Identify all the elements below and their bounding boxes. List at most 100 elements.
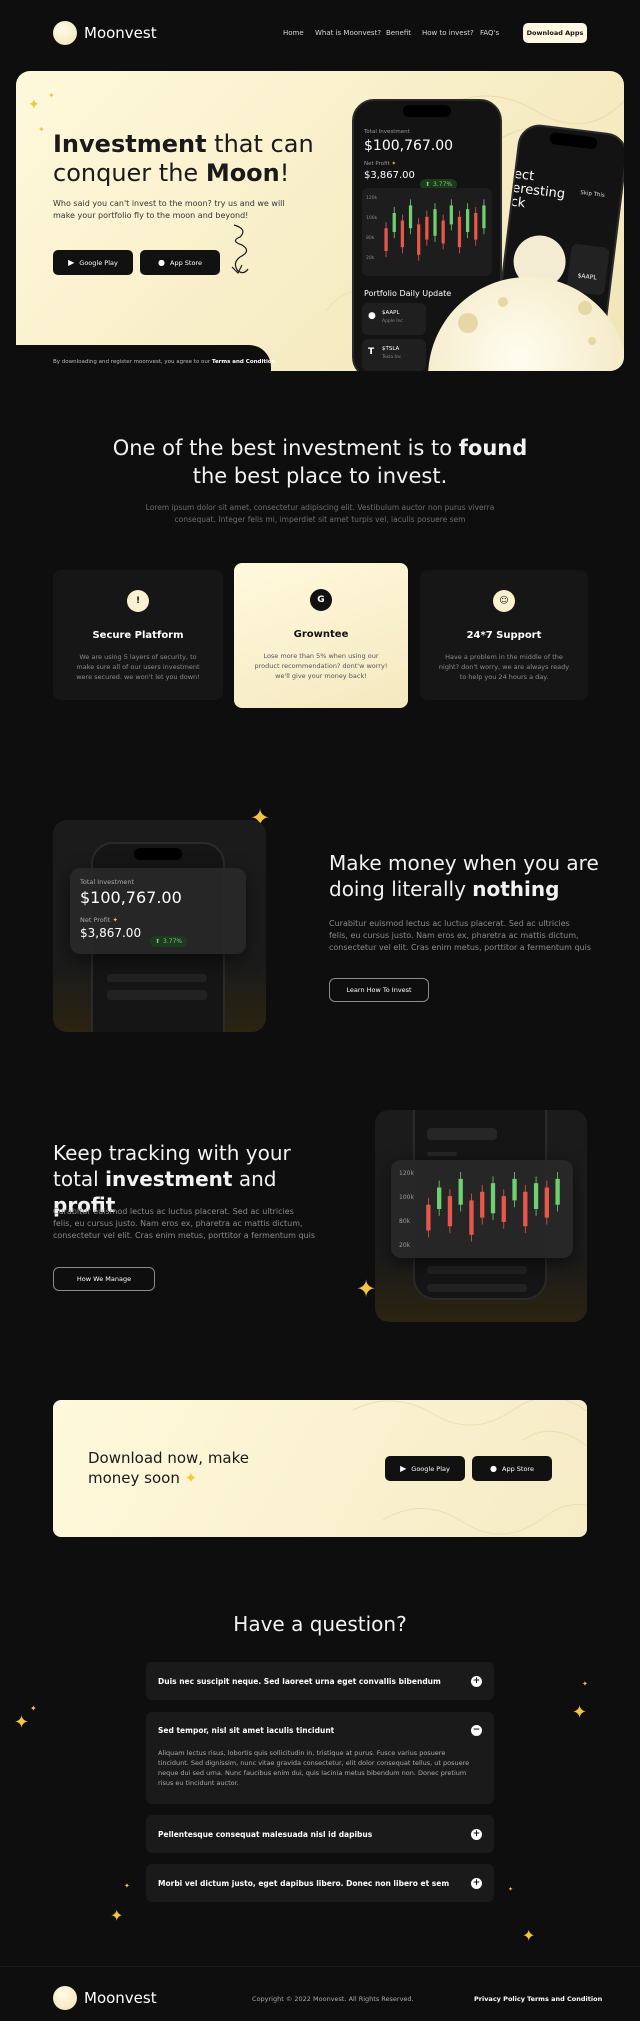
plus-icon[interactable]: + bbox=[471, 1676, 482, 1687]
feature-desc: Have a problem in the middle of the nigh… bbox=[438, 653, 570, 681]
tracking-candlestick-chart: 120k 100k 80k 20k bbox=[391, 1160, 573, 1258]
hero-banner: ✦ ✦ ✦ Investment that can conquer the Moo… bbox=[16, 71, 624, 371]
money-body: Curabitur euismod lectus ac luctus place… bbox=[329, 919, 591, 952]
net-profit-label: Net Profit ✦ bbox=[80, 916, 118, 924]
intro-body: Lorem ipsum dolor sit amet, consectetur … bbox=[145, 503, 495, 524]
terms-link[interactable]: Terms and Condition bbox=[212, 359, 276, 365]
hero-subtitle: Who said you can't invest to the moon? t… bbox=[53, 199, 285, 220]
app-store-button[interactable]: ● App Store bbox=[140, 250, 220, 275]
sparkle-icon: ✦ bbox=[508, 1886, 514, 1893]
plus-icon[interactable]: + bbox=[471, 1829, 482, 1840]
skip-this-link[interactable]: Skip This bbox=[580, 190, 605, 199]
support-icon: ☺ bbox=[493, 590, 515, 612]
play-icon: ▶ bbox=[400, 1464, 407, 1473]
app-store-button[interactable]: ● App Store bbox=[472, 1456, 552, 1481]
google-play-button[interactable]: ▶ Google Play bbox=[53, 250, 133, 275]
net-profit-value: $3,867.00 bbox=[364, 170, 415, 181]
download-apps-button[interactable]: Download Apps bbox=[523, 23, 587, 43]
candle-body bbox=[417, 224, 421, 255]
learn-how-to-invest-button[interactable]: Learn How To Invest bbox=[329, 978, 429, 1002]
faq-item-expanded[interactable]: Sed tempor, nisl sit amet iaculis tincid… bbox=[146, 1712, 494, 1804]
sparkle-icon: ✦ bbox=[582, 1680, 588, 1688]
placeholder-bar bbox=[427, 1266, 527, 1274]
feature-title: 24*7 Support bbox=[466, 630, 542, 641]
sparkle-icon: ✦ bbox=[124, 1882, 130, 1890]
sparkle-icon: ✦ bbox=[30, 1704, 37, 1713]
play-icon: ▶ bbox=[68, 258, 75, 267]
tracking-body: Curabitur euismod lectus ac luctus place… bbox=[53, 1207, 315, 1240]
logo-moon-icon[interactable] bbox=[53, 1986, 77, 2010]
faq-question: Morbi vel dictum justo, eget dapibus lib… bbox=[158, 1879, 450, 1888]
total-investment-value: $100,767.00 bbox=[80, 888, 182, 907]
sparkle-icon: ✦ bbox=[572, 1702, 588, 1723]
phone-notch bbox=[134, 848, 182, 860]
candle-body bbox=[425, 216, 429, 240]
up-circle-icon: ⬆ bbox=[155, 938, 161, 945]
total-investment-label: Total Investment bbox=[364, 129, 410, 135]
moon-crater bbox=[498, 297, 508, 307]
nav-link-benefit[interactable]: Benefit bbox=[386, 29, 411, 37]
placeholder-bar bbox=[107, 990, 207, 1000]
ticker-card-tsla[interactable]: T $TSLA Tesla Inc bbox=[362, 339, 426, 371]
top-nav: Moonvest Home What is Moonvest? Benefit … bbox=[0, 0, 640, 66]
ticker-card-aapl[interactable]: ● $AAPL Apple Inc bbox=[362, 303, 426, 335]
footer-brand-name[interactable]: Moonvest bbox=[84, 1989, 157, 2007]
brand-name[interactable]: Moonvest bbox=[84, 24, 157, 42]
copyright-text: Copyright © 2022 Moonvest. All Rights Re… bbox=[252, 1995, 414, 2003]
candle-body bbox=[392, 213, 396, 232]
moon-crater bbox=[458, 313, 478, 333]
sparkle-icon: ✦ bbox=[28, 97, 40, 113]
total-investment-label: Total Investment bbox=[80, 878, 135, 886]
candle-body bbox=[449, 205, 453, 225]
ticker-symbol: $TSLA bbox=[382, 346, 400, 352]
moon-crater bbox=[588, 337, 596, 345]
candle-body bbox=[447, 1196, 453, 1227]
candle-body bbox=[480, 1191, 485, 1218]
cta-heading: Download now, make money soon ✦ bbox=[88, 1449, 250, 1487]
candle-body bbox=[384, 228, 388, 251]
candle-body bbox=[533, 1183, 539, 1209]
intro-heading: One of the best investment is to found th… bbox=[112, 436, 528, 488]
phone2-heading: ect eresting ck bbox=[509, 166, 566, 212]
terms-footer-link[interactable]: Terms and Condition bbox=[527, 1995, 602, 2003]
candle-body bbox=[469, 1200, 474, 1235]
nav-link-home[interactable]: Home bbox=[283, 29, 304, 37]
apple-icon: ● bbox=[490, 1464, 498, 1473]
faq-item[interactable]: Pellentesque consequat malesuada nisl id… bbox=[146, 1815, 494, 1853]
sparkle-icon: ✦ bbox=[110, 1906, 124, 1925]
plus-icon[interactable]: + bbox=[471, 1878, 482, 1889]
faq-item[interactable]: Duis nec suscipit neque. Sed laoreet urn… bbox=[146, 1662, 494, 1700]
chart-tick: 80k bbox=[399, 1218, 411, 1225]
up-circle-icon: ⬆ bbox=[425, 181, 431, 188]
landing-page: Moonvest Home What is Moonvest? Benefit … bbox=[0, 0, 640, 2021]
candle-body bbox=[523, 1191, 528, 1227]
nav-link-faqs[interactable]: FAQ's bbox=[480, 29, 499, 37]
nav-link-what-is[interactable]: What is Moonvest? bbox=[315, 29, 381, 37]
portfolio-update-label: Portfolio Daily Update bbox=[364, 289, 452, 298]
candle-body bbox=[457, 216, 462, 248]
how-we-manage-button[interactable]: How We Manage bbox=[53, 1267, 155, 1291]
total-investment-value: $100,767.00 bbox=[364, 138, 454, 154]
tesla-logo-icon: T bbox=[368, 347, 375, 357]
privacy-policy-link[interactable]: Privacy Policy bbox=[474, 1995, 525, 2003]
candle-body bbox=[426, 1204, 431, 1231]
faq-item[interactable]: Morbi vel dictum justo, eget dapibus lib… bbox=[146, 1864, 494, 1902]
net-profit-label: Net Profit ✦ bbox=[364, 161, 397, 167]
apple-logo-icon: ● bbox=[368, 311, 376, 321]
minus-icon[interactable]: − bbox=[471, 1725, 482, 1736]
footer-divider bbox=[0, 1966, 640, 1967]
terms-notice: By downloading and register moonvest, yo… bbox=[53, 359, 276, 365]
apple-icon: ● bbox=[158, 258, 166, 267]
candle-body bbox=[437, 1187, 442, 1209]
faq-question: Pellentesque consequat malesuada nisl id… bbox=[158, 1830, 373, 1839]
chart-tick: 20k bbox=[399, 1242, 411, 1249]
logo-moon-icon[interactable] bbox=[53, 21, 77, 45]
nav-link-how-to-invest[interactable]: How to invest? bbox=[422, 29, 474, 37]
faq-question: Sed tempor, nisl sit amet iaculis tincid… bbox=[158, 1726, 335, 1735]
candles bbox=[426, 1172, 560, 1242]
candle-body bbox=[433, 209, 437, 236]
google-play-button[interactable]: ▶ Google Play bbox=[385, 1456, 465, 1481]
faq-answer: Aliquam lectus risus, lobortis quis soll… bbox=[158, 1749, 470, 1787]
candle-body bbox=[400, 220, 405, 248]
ticker-company: Tesla Inc bbox=[382, 355, 402, 360]
